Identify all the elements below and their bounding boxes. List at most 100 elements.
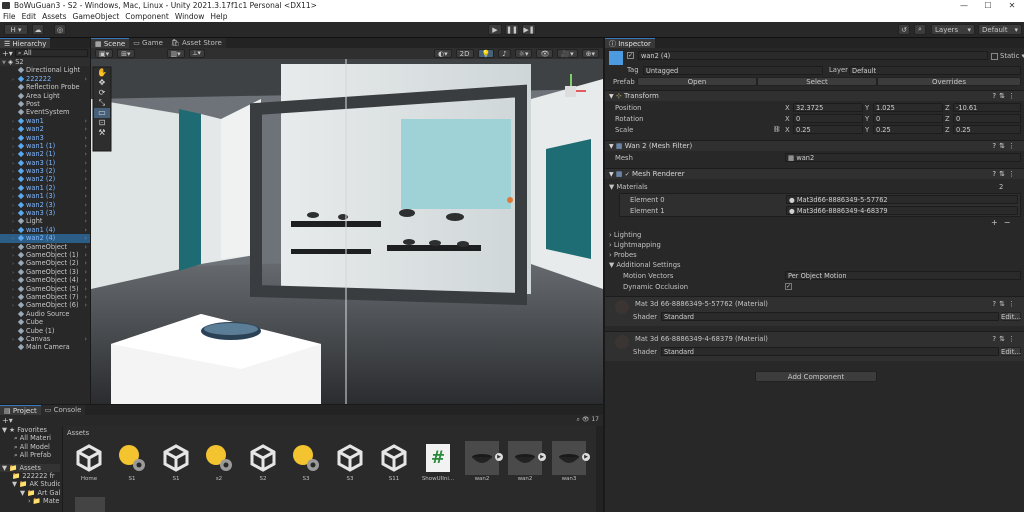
- menu-help[interactable]: Help: [207, 11, 230, 22]
- material-0-menu-icon[interactable]: ?⇅⋮: [992, 300, 1018, 308]
- mesh-renderer-enabled-checkbox[interactable]: ✓: [625, 171, 630, 178]
- hierarchy-item[interactable]: › Light ›: [0, 217, 90, 225]
- expand-arrow-icon[interactable]: ›: [12, 202, 18, 209]
- expand-arrow-icon[interactable]: ›: [12, 185, 18, 192]
- expand-arrow-icon[interactable]: ›: [12, 176, 18, 183]
- asset-light-item[interactable]: s2: [200, 441, 238, 482]
- visibility-icon[interactable]: 👁: [536, 49, 554, 58]
- prefab-open-arrow-icon[interactable]: ›: [84, 175, 87, 183]
- partial-asset-thumbnail[interactable]: [75, 497, 105, 512]
- hierarchy-item[interactable]: › wan2 (4) ›: [0, 234, 90, 243]
- material-0-shader-dropdown[interactable]: Standard: [661, 312, 999, 321]
- hierarchy-item[interactable]: › wan3 (3) ›: [0, 209, 90, 217]
- asset-unity-item[interactable]: S1: [157, 441, 195, 482]
- lighting-toggle-icon[interactable]: 💡: [477, 49, 495, 58]
- prefab-open-arrow-icon[interactable]: ›: [84, 268, 87, 276]
- hierarchy-item[interactable]: › GameObject ›: [0, 243, 90, 251]
- mesh-renderer-header[interactable]: ▼ ▦ ✓ Mesh Renderer ?⇅⋮: [605, 168, 1024, 179]
- mesh-filter-header[interactable]: ▼ ▦ Wan 2 (Mesh Filter) ?⇅⋮: [605, 140, 1024, 151]
- hierarchy-item[interactable]: Reflection Probe: [0, 83, 90, 91]
- hierarchy-search-input[interactable]: ⌕ All: [14, 49, 88, 57]
- hand-tool-icon[interactable]: ✋: [94, 68, 110, 78]
- rect-tool-icon[interactable]: ▭: [94, 108, 110, 118]
- asset-unity-item[interactable]: Home: [70, 441, 108, 482]
- expand-arrow-icon[interactable]: ›: [12, 118, 18, 125]
- asset-unity-item[interactable]: S3: [331, 441, 369, 482]
- prefab-open-arrow-icon[interactable]: ›: [84, 209, 87, 217]
- expand-arrow-icon[interactable]: ›: [12, 269, 18, 276]
- scene-root[interactable]: ▼ ◈ S2: [0, 58, 90, 67]
- audio-toggle-icon[interactable]: ♪: [498, 49, 511, 58]
- layout-dropdown[interactable]: Default ▾: [978, 24, 1022, 35]
- prefab-open-arrow-icon[interactable]: ›: [84, 117, 87, 125]
- asset-unity-item[interactable]: S11: [375, 441, 413, 482]
- materials-foldout[interactable]: ▼ Materials: [609, 183, 648, 191]
- materials-count[interactable]: 2: [999, 183, 1003, 191]
- dynamic-occlusion-checkbox[interactable]: ✓: [785, 283, 792, 290]
- assets-breadcrumb[interactable]: Assets: [63, 426, 596, 440]
- prefab-open-arrow-icon[interactable]: ›: [84, 285, 87, 293]
- probes-foldout[interactable]: › Probes: [609, 251, 637, 259]
- asset-bowl-item[interactable]: wan2 ▶: [506, 441, 546, 482]
- material-0-edit-button[interactable]: Edit...: [1001, 312, 1021, 321]
- tab-game[interactable]: ▭ Game: [129, 38, 167, 48]
- prefab-open-arrow-icon[interactable]: ›: [84, 234, 87, 242]
- element-1-field[interactable]: ● Mat3d66-8886349-4-68379: [786, 206, 1018, 215]
- menu-gameobject[interactable]: GameObject: [70, 11, 123, 22]
- hierarchy-item[interactable]: › wan3 (2) ›: [0, 167, 90, 175]
- prefab-open-arrow-icon[interactable]: ›: [84, 159, 87, 167]
- asset-bowl-item[interactable]: wan2 ▶: [463, 441, 503, 482]
- expand-arrow-icon[interactable]: ›: [12, 151, 18, 158]
- expand-arrow-icon[interactable]: ›: [12, 210, 18, 217]
- expand-arrow-icon[interactable]: ›: [12, 336, 18, 343]
- transform-header[interactable]: ▼ ⊹ Transform ?⇅⋮: [605, 90, 1024, 101]
- remove-element-button[interactable]: −: [1004, 218, 1011, 227]
- expand-arrow-icon[interactable]: ›: [12, 302, 18, 309]
- minimize-button[interactable]: —: [952, 0, 976, 11]
- transform-scale-x-field[interactable]: 0.25: [793, 125, 863, 134]
- pivot-icon[interactable]: ⟂▾: [188, 49, 205, 58]
- transform-position-y-field[interactable]: 1.025: [873, 103, 943, 112]
- snap-icon[interactable]: ⊞▾: [117, 49, 135, 58]
- hierarchy-item[interactable]: Cube: [0, 318, 90, 326]
- menu-assets[interactable]: Assets: [39, 11, 69, 22]
- assets-folder[interactable]: ▼ 📁 Assets: [0, 463, 60, 472]
- layer-dropdown[interactable]: Default: [849, 66, 1021, 75]
- hierarchy-item[interactable]: Directional Light: [0, 66, 90, 74]
- folder-art-gal[interactable]: ▼ 📁 Art Gal: [0, 489, 60, 497]
- expand-arrow-icon[interactable]: ›: [12, 168, 18, 175]
- asset-script-item[interactable]: # ShowUIIni...: [419, 441, 457, 482]
- shading-sphere-icon[interactable]: ◐▾: [434, 49, 452, 58]
- asset-unity-item[interactable]: S2: [244, 441, 282, 482]
- folder-ak-studio[interactable]: ▼ 📁 AK Studio: [0, 480, 60, 488]
- expand-arrow-icon[interactable]: ›: [12, 218, 18, 225]
- expand-asset-icon[interactable]: ▶: [495, 453, 503, 461]
- tab-inspector[interactable]: ⓘ Inspector: [605, 38, 655, 48]
- scale-tool-icon[interactable]: ⤡: [94, 98, 110, 108]
- add-object-button[interactable]: +▾: [2, 49, 13, 58]
- hierarchy-item[interactable]: › 222222 ›: [0, 75, 90, 83]
- transform-scale-z-field[interactable]: 0.25: [953, 125, 1021, 134]
- prefab-open-arrow-icon[interactable]: ›: [84, 125, 87, 133]
- material-1-menu-icon[interactable]: ?⇅⋮: [992, 335, 1018, 343]
- folder-mate[interactable]: › 📁 Mate: [0, 497, 60, 505]
- additional-settings-foldout[interactable]: ▼ Additional Settings: [609, 261, 681, 269]
- component-menu-icon[interactable]: ?⇅⋮: [992, 92, 1018, 100]
- mode-2d-button[interactable]: 2D: [455, 49, 474, 58]
- menu-component[interactable]: Component: [122, 11, 172, 22]
- hierarchy-item[interactable]: › wan1 (4) ›: [0, 226, 90, 234]
- menu-file[interactable]: File: [0, 11, 19, 22]
- prefab-open-button[interactable]: Open: [637, 77, 757, 86]
- tab-console[interactable]: ▭ Console: [40, 405, 86, 415]
- project-add-button[interactable]: +▾: [2, 416, 13, 425]
- prefab-open-arrow-icon[interactable]: ›: [84, 201, 87, 209]
- expand-arrow-icon[interactable]: ›: [12, 277, 18, 284]
- hierarchy-item[interactable]: Post: [0, 100, 90, 108]
- expand-arrow-icon[interactable]: ›: [12, 193, 18, 200]
- static-toggle[interactable]: Static ▾: [991, 52, 1024, 60]
- object-name-field[interactable]: wan2 (4): [638, 51, 988, 60]
- prefab-open-arrow-icon[interactable]: ›: [84, 134, 87, 142]
- scene-viewport[interactable]: ✋ ✥ ⟳ ⤡ ▭ ⊡ ⚒: [91, 59, 603, 404]
- expand-arrow-icon[interactable]: ›: [12, 143, 18, 150]
- expand-asset-icon[interactable]: ▶: [538, 453, 546, 461]
